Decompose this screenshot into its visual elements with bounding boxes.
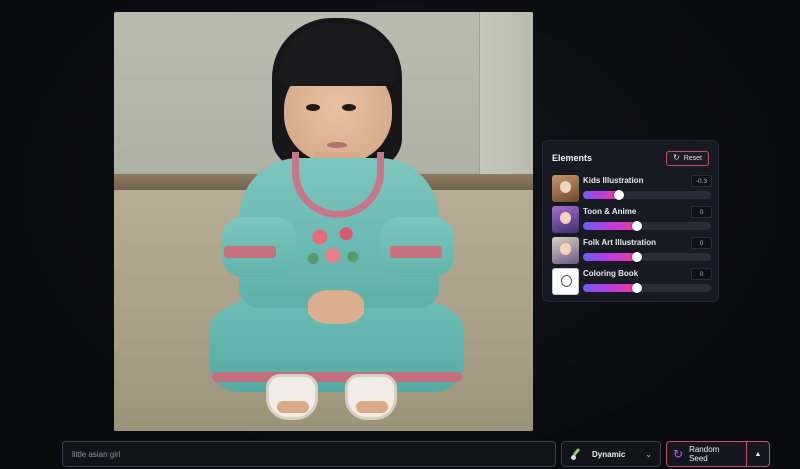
right-shoe — [345, 374, 397, 420]
caret-up-icon[interactable]: ▲ — [747, 451, 769, 458]
element-label: Toon & Anime — [583, 207, 637, 216]
refresh-icon: ↻ — [673, 447, 684, 461]
elements-panel: Elements ↻ Reset Kids Illustration -0.3 … — [542, 140, 719, 302]
left-shoe — [266, 374, 318, 420]
slider-knob[interactable] — [632, 221, 642, 231]
left-cuff — [224, 246, 276, 258]
brush-icon — [570, 448, 582, 460]
panel-header: Elements ↻ Reset — [552, 149, 709, 167]
kids-illustration-thumbnail[interactable] — [552, 175, 579, 202]
slider-fill — [583, 284, 637, 292]
generated-image[interactable] — [114, 12, 533, 431]
element-value-input[interactable]: 0 — [691, 237, 712, 249]
panel-title: Elements — [552, 153, 593, 163]
slider-fill — [583, 222, 637, 230]
reset-label: Reset — [683, 154, 702, 162]
slider-fill — [583, 253, 637, 261]
random-seed-button[interactable]: ↻ Random Seed — [667, 442, 746, 466]
toon-anime-thumbnail[interactable] — [552, 206, 579, 233]
right-eye — [342, 104, 356, 111]
reset-icon: ↻ — [673, 153, 680, 162]
element-label: Coloring Book — [583, 269, 639, 278]
coloring-book-thumbnail[interactable] — [552, 268, 579, 295]
style-label: Dynamic — [592, 449, 626, 459]
embroidery — [300, 212, 366, 274]
prompt-input[interactable] — [63, 442, 555, 466]
left-eye — [306, 104, 320, 111]
mouth — [327, 142, 347, 148]
folk-art-thumbnail[interactable] — [552, 237, 579, 264]
element-item-coloring-book: Coloring Book 0 — [552, 268, 712, 296]
toes — [277, 401, 309, 413]
hands — [308, 290, 364, 324]
element-slider[interactable] — [583, 221, 711, 231]
chevron-down-icon: ⌄ — [645, 449, 652, 459]
element-value-input[interactable]: 0 — [691, 268, 712, 280]
style-dropdown[interactable]: Dynamic ⌄ — [561, 441, 661, 467]
seed-label: Random Seed — [689, 445, 720, 463]
reset-button[interactable]: ↻ Reset — [666, 150, 709, 166]
slider-knob[interactable] — [632, 283, 642, 293]
element-value-input[interactable]: -0.3 — [691, 175, 712, 187]
thumbnail-face — [560, 181, 571, 193]
slider-knob[interactable] — [632, 252, 642, 262]
skirt-hem — [212, 372, 462, 382]
right-cuff — [390, 246, 442, 258]
element-value-input[interactable]: 0 — [691, 206, 712, 218]
thumbnail-face — [560, 212, 571, 224]
element-item-folk-art-illustration: Folk Art Illustration 0 — [552, 237, 712, 265]
slider-knob[interactable] — [614, 190, 624, 200]
element-label: Folk Art Illustration — [583, 238, 657, 247]
thumbnail-face — [561, 275, 572, 287]
element-label: Kids Illustration — [583, 176, 644, 185]
element-item-toon-anime: Toon & Anime 0 — [552, 206, 712, 234]
thumbnail-face — [560, 243, 571, 255]
element-slider[interactable] — [583, 283, 711, 293]
element-item-kids-illustration: Kids Illustration -0.3 — [552, 175, 712, 203]
seed-control: ↻ Random Seed ▲ — [666, 441, 770, 467]
toes — [356, 401, 388, 413]
element-slider[interactable] — [583, 252, 711, 262]
element-slider[interactable] — [583, 190, 711, 200]
app-root: Elements ↻ Reset Kids Illustration -0.3 … — [0, 0, 800, 469]
prompt-box — [62, 441, 556, 467]
